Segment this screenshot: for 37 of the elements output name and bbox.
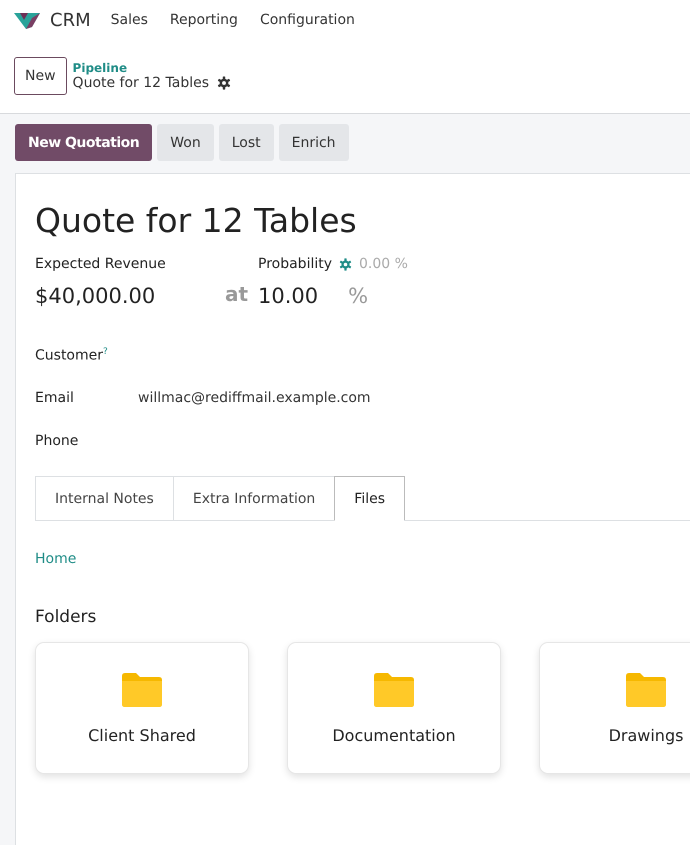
folder-icon: [120, 672, 164, 708]
folder-icon: [624, 672, 668, 708]
percent-sign: %: [348, 284, 368, 308]
gear-icon[interactable]: [339, 258, 352, 270]
at-label: at: [225, 282, 248, 308]
field-label: Expected Revenue: [35, 256, 167, 272]
auto-probability: 0.00 %: [359, 256, 408, 272]
action-button[interactable]: Lost: [218, 124, 274, 161]
tab[interactable]: Files: [334, 476, 406, 521]
path-link[interactable]: Home: [35, 551, 76, 567]
folder-card[interactable]: Client Shared: [35, 642, 249, 774]
menu-item[interactable]: Configuration: [260, 12, 355, 28]
field-label: Customer$^{?}$: [35, 346, 109, 364]
folder-icon: [372, 672, 416, 708]
probability-value[interactable]: 10.00: [258, 284, 318, 308]
app-name[interactable]: CRM: [50, 10, 91, 30]
field-value[interactable]: willmac@rediffmail.example.com: [138, 390, 371, 406]
settings-icon[interactable]: [217, 76, 232, 90]
menu-item[interactable]: Reporting: [170, 12, 238, 28]
field-label: Phone: [35, 433, 80, 449]
record-title: Quote for 12 Tables: [35, 201, 358, 241]
folder-card[interactable]: Documentation: [287, 642, 501, 774]
action-button[interactable]: Enrich: [278, 124, 349, 161]
action-button[interactable]: New Quotation: [15, 124, 152, 161]
breadcrumb-current: Quote for 12 Tables: [72, 74, 210, 90]
tab[interactable]: Extra Information: [172, 476, 336, 521]
section-heading: Folders: [35, 607, 98, 627]
revenue-value[interactable]: $40,000.00: [35, 284, 225, 308]
field-label: Probability: [258, 256, 332, 272]
action-button[interactable]: Won: [157, 124, 214, 161]
folder-card[interactable]: Drawings: [539, 642, 690, 774]
new-button[interactable]: New: [14, 56, 67, 94]
breadcrumb-link[interactable]: Pipeline: [72, 60, 232, 74]
menu-item[interactable]: Sales: [110, 12, 148, 28]
field-label: Email: [35, 390, 75, 406]
tab[interactable]: Internal Notes: [35, 476, 174, 521]
app-logo-icon[interactable]: [12, 10, 42, 30]
